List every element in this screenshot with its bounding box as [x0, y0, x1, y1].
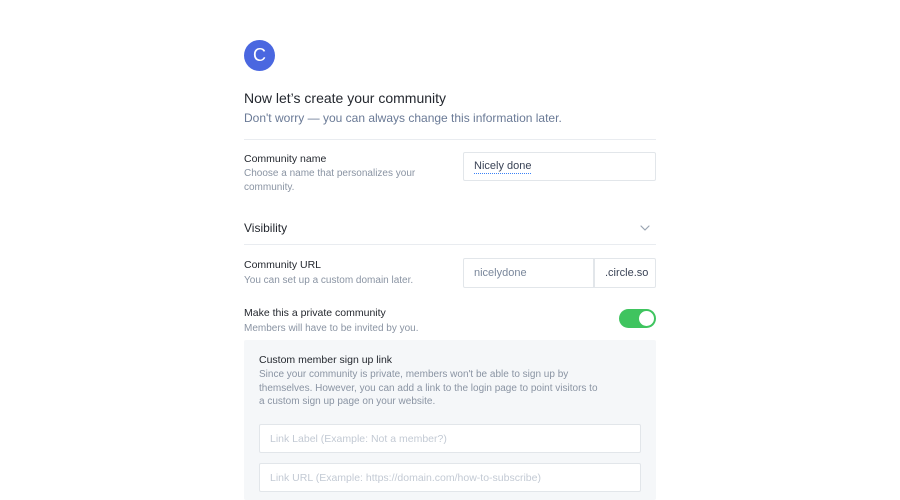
community-url-value: nicelydone	[474, 267, 527, 279]
link-label-placeholder: Link Label (Example: Not a member?)	[270, 432, 447, 445]
community-url-input[interactable]: nicelydone	[463, 258, 594, 288]
custom-signup-description: Since your community is private, members…	[259, 369, 598, 407]
link-url-placeholder: Link URL (Example: https://domain.com/ho…	[270, 471, 541, 484]
page-title: Now let’s create your community	[244, 90, 447, 106]
private-community-toggle[interactable]	[619, 309, 656, 328]
page-subtitle: Don't worry — you can always change this…	[244, 111, 562, 125]
link-label-input[interactable]: Link Label (Example: Not a member?)	[259, 424, 641, 453]
community-avatar: C	[244, 40, 275, 71]
community-name-help: Choose a name that personalizes your com…	[244, 168, 416, 193]
community-url-suffix: .circle.so	[594, 258, 656, 288]
toggle-knob	[639, 311, 654, 326]
custom-signup-title: Custom member sign up link	[259, 354, 393, 366]
visibility-section-title: Visibility	[244, 221, 288, 235]
divider	[244, 244, 656, 245]
community-url-label: Community URL	[244, 259, 322, 271]
avatar-letter: C	[253, 45, 266, 65]
link-url-input[interactable]: Link URL (Example: https://domain.com/ho…	[259, 463, 641, 492]
community-url-help: You can set up a custom domain later.	[244, 275, 414, 286]
divider	[244, 139, 656, 140]
private-community-label: Make this a private community	[244, 307, 386, 319]
community-name-label: Community name	[244, 153, 327, 165]
chevron-down-icon[interactable]	[639, 222, 651, 234]
community-name-value: Nicely done	[474, 159, 532, 174]
private-community-help: Members will have to be invited by you.	[244, 323, 419, 334]
domain-suffix: .circle.so	[605, 267, 649, 279]
community-name-input[interactable]: Nicely done	[463, 152, 656, 181]
